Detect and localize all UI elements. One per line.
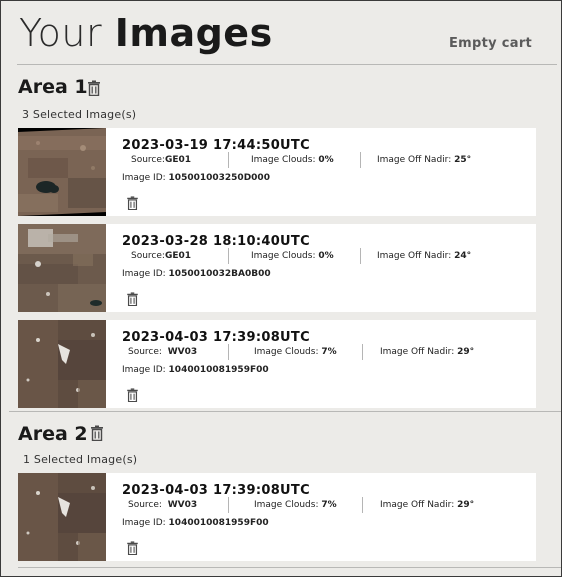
image-source: Source:GE01 [131, 251, 192, 261]
meta-divider [362, 344, 363, 360]
area-2-title: Area 2 [18, 423, 88, 445]
delete-image-trash-icon[interactable] [126, 388, 139, 402]
cart-panel: Your Images Empty cart Area 1 3 Selected… [0, 0, 562, 577]
delete-image-trash-icon[interactable] [126, 541, 139, 555]
image-off-nadir: Image Off Nadir: 29° [380, 347, 475, 357]
meta-divider [360, 152, 361, 168]
image-card[interactable]: 2023-03-19 17:44:50UTC Source:GE01 Image… [18, 128, 536, 216]
area-1-title: Area 1 [18, 76, 88, 98]
image-id: Image ID: 1050010032BA0B00 [122, 269, 271, 279]
image-clouds: Image Clouds: 7% [254, 500, 337, 510]
meta-divider [228, 344, 229, 360]
area-1-delete-trash-icon[interactable] [87, 80, 101, 96]
meta-divider [360, 248, 361, 264]
header-divider [17, 64, 557, 65]
image-id: Image ID: 105001003250D000 [122, 173, 270, 183]
image-card[interactable]: 2023-03-28 18:10:40UTC Source:GE01 Image… [18, 224, 536, 312]
area-2-selected-count: 1 Selected Image(s) [23, 453, 138, 466]
image-off-nadir: Image Off Nadir: 29° [380, 500, 475, 510]
delete-image-trash-icon[interactable] [126, 292, 139, 306]
page-title-bold: Images [114, 11, 273, 55]
image-source: Source: WV03 [128, 347, 198, 357]
empty-cart-button[interactable]: Empty cart [449, 36, 532, 51]
meta-divider [228, 248, 229, 264]
page-title: Your Images [19, 9, 273, 57]
image-thumbnail [18, 128, 106, 216]
meta-divider [228, 152, 229, 168]
image-date: 2023-03-28 18:10:40UTC [122, 234, 310, 249]
area-2-delete-trash-icon[interactable] [90, 425, 104, 441]
image-off-nadir: Image Off Nadir: 24° [377, 251, 472, 261]
image-clouds: Image Clouds: 0% [251, 251, 334, 261]
image-date: 2023-04-03 17:39:08UTC [122, 330, 310, 345]
image-source: Source:GE01 [131, 155, 192, 165]
image-clouds: Image Clouds: 0% [251, 155, 334, 165]
meta-divider [362, 497, 363, 513]
image-date: 2023-03-19 17:44:50UTC [122, 138, 310, 153]
area-divider [18, 567, 561, 568]
image-thumbnail [18, 224, 106, 312]
image-off-nadir: Image Off Nadir: 25° [377, 155, 472, 165]
image-clouds: Image Clouds: 7% [254, 347, 337, 357]
area-1-selected-count: 3 Selected Image(s) [22, 108, 137, 121]
meta-divider [228, 497, 229, 513]
image-id: Image ID: 1040010081959F00 [122, 365, 269, 375]
image-thumbnail [18, 473, 106, 561]
image-thumbnail [18, 320, 106, 408]
image-card[interactable]: 2023-04-03 17:39:08UTC Source: WV03 Imag… [18, 473, 536, 561]
image-source: Source: WV03 [128, 500, 198, 510]
image-id: Image ID: 1040010081959F00 [122, 518, 269, 528]
image-card[interactable]: 2023-04-03 17:39:08UTC Source: WV03 Imag… [18, 320, 536, 408]
image-date: 2023-04-03 17:39:08UTC [122, 483, 310, 498]
delete-image-trash-icon[interactable] [126, 196, 139, 210]
area-divider [9, 411, 561, 412]
page-title-light: Your [19, 11, 103, 55]
